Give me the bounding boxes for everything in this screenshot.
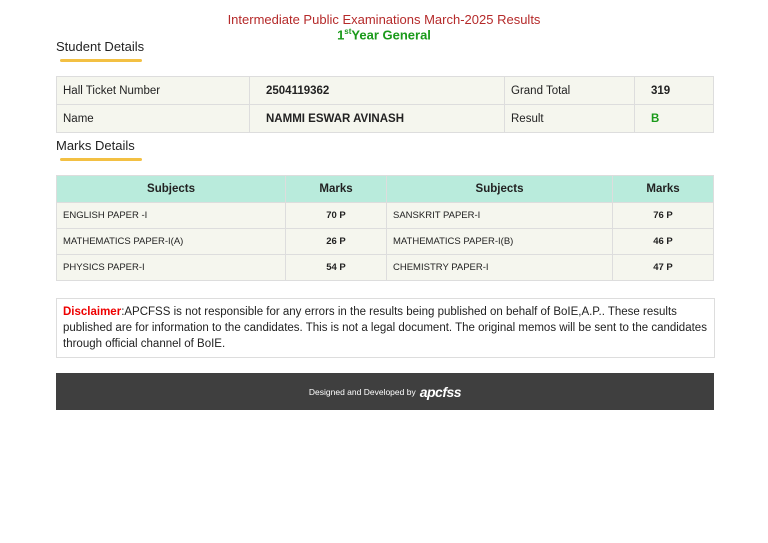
col-header: Subjects [56, 175, 286, 203]
subject: CHEMISTRY PAPER-I [386, 254, 613, 281]
table-header: Subjects Marks Subjects Marks [56, 175, 714, 203]
col-header: Marks [285, 175, 387, 203]
subject: SANSKRIT PAPER-I [386, 202, 613, 229]
mark: 26 P [285, 228, 387, 255]
disclaimer: Disclaimer:APCFSS is not responsible for… [56, 298, 715, 358]
subject: MATHEMATICS PAPER-I(B) [386, 228, 613, 255]
table-row: PHYSICS PAPER-I 54 P CHEMISTRY PAPER-I 47 P [56, 254, 714, 281]
mark: 54 P [285, 254, 387, 281]
heading-underline [60, 158, 142, 161]
apcfss-logo: apcfss [419, 383, 462, 400]
subject: ENGLISH PAPER -I [56, 202, 286, 229]
hall-ticket-value: 2504119362 [249, 76, 505, 105]
label: Result [504, 104, 635, 133]
table-row: Name NAMMI ESWAR AVINASH Result B [56, 104, 714, 133]
footer: Designed and Developed by apcfss [56, 373, 714, 410]
mark: 47 P [612, 254, 714, 281]
student-name-value: NAMMI ESWAR AVINASH [249, 104, 505, 133]
mark: 70 P [285, 202, 387, 229]
student-details-table: Hall Ticket Number 2504119362 Grand Total 3… [56, 76, 714, 133]
label: Hall Ticket Number [56, 76, 250, 105]
result-value: B [634, 104, 714, 133]
grand-total-value: 319 [634, 76, 714, 105]
table-row: Hall Ticket Number 2504119362 Grand Total 3… [56, 76, 714, 105]
footer-text: Designed and Developed by [308, 386, 416, 397]
page-title: Intermediate Public Examinations March-2… [227, 12, 541, 27]
marks-details-heading: Marks Details [56, 138, 135, 153]
disclaimer-label: Disclaimer [63, 306, 122, 318]
subject: MATHEMATICS PAPER-I(A) [56, 228, 286, 255]
mark: 76 P [612, 202, 714, 229]
heading-underline [60, 59, 142, 62]
subject: PHYSICS PAPER-I [56, 254, 286, 281]
table-row: ENGLISH PAPER -I 70 P SANSKRIT PAPER-I 76 P [56, 202, 714, 229]
year-text: Year General [351, 27, 431, 43]
mark: 46 P [612, 228, 714, 255]
disclaimer-text: :APCFSS is not responsible for any error… [63, 306, 707, 350]
col-header: Subjects [386, 175, 613, 203]
label: Name [56, 104, 250, 133]
student-details-heading: Student Details [56, 39, 145, 54]
label: Grand Total [504, 76, 635, 105]
marks-table: Subjects Marks Subjects Marks ENGLISH PAPER… [56, 175, 714, 281]
col-header: Marks [612, 175, 714, 203]
table-row: MATHEMATICS PAPER-I(A) 26 P MATHEMATICS PA… [56, 228, 714, 255]
